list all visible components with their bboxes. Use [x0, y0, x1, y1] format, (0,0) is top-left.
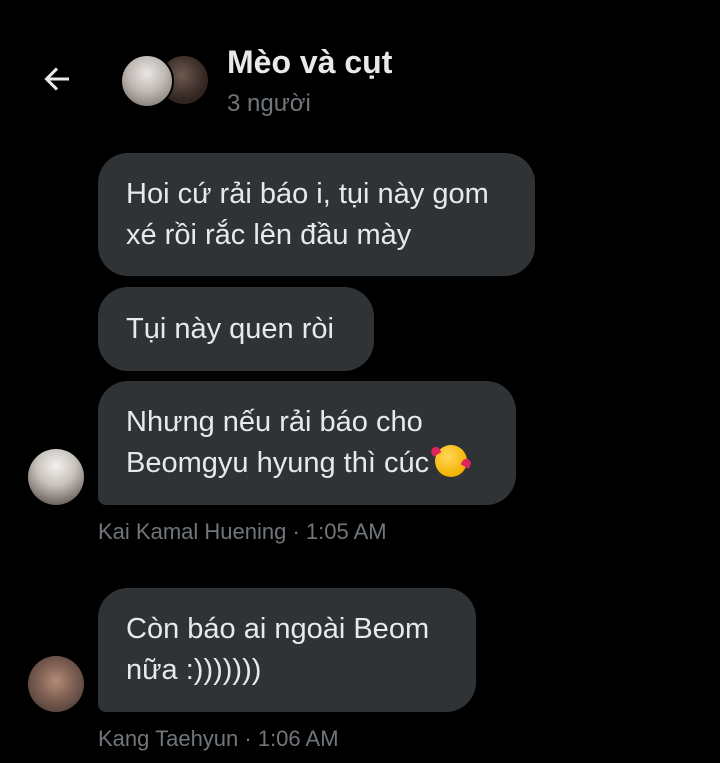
message-bubble[interactable]: Tụi này quen ròi	[98, 287, 374, 371]
message-bubble[interactable]: Hoi cứ rải báo i, tụi này gom xé rồi rắc…	[98, 153, 535, 276]
message-text: Nhưng nếu rải báo cho	[126, 406, 423, 438]
message-text: Còn báo ai ngoài Beom	[126, 613, 430, 645]
conversation-header: Mèo và cụt 3 người	[0, 0, 720, 140]
group-avatar[interactable]	[120, 52, 210, 108]
message-text: nữa :)))))))	[126, 654, 262, 686]
message-bubble[interactable]: Còn báo ai ngoài Beom nữa :)))))))	[98, 588, 476, 712]
sender-avatar-kang[interactable]	[28, 656, 84, 712]
smiling-face-with-hearts-icon	[435, 445, 468, 477]
group-member-avatar	[120, 54, 174, 108]
message-text: xé rồi rắc lên đầu mày	[126, 218, 412, 251]
message-meta: Kang Taehyun · 1:06 AM	[98, 726, 339, 751]
message-bubble[interactable]: Nhưng nếu rải báo cho Beomgyu hyung thì …	[98, 381, 516, 505]
back-button[interactable]	[36, 58, 78, 100]
message-text: Hoi cứ rải báo i, tụi này gom	[126, 177, 489, 210]
message-meta: Kai Kamal Huening · 1:05 AM	[98, 519, 387, 544]
arrow-left-icon	[44, 67, 69, 91]
participant-count[interactable]: 3 người	[227, 90, 311, 118]
message-text: Tụi này quen ròi	[126, 312, 334, 345]
conversation-title[interactable]: Mèo và cụt	[227, 44, 392, 81]
sender-avatar-kai[interactable]	[28, 449, 84, 505]
message-text: Beomgyu hyung thì cúc	[126, 447, 430, 479]
